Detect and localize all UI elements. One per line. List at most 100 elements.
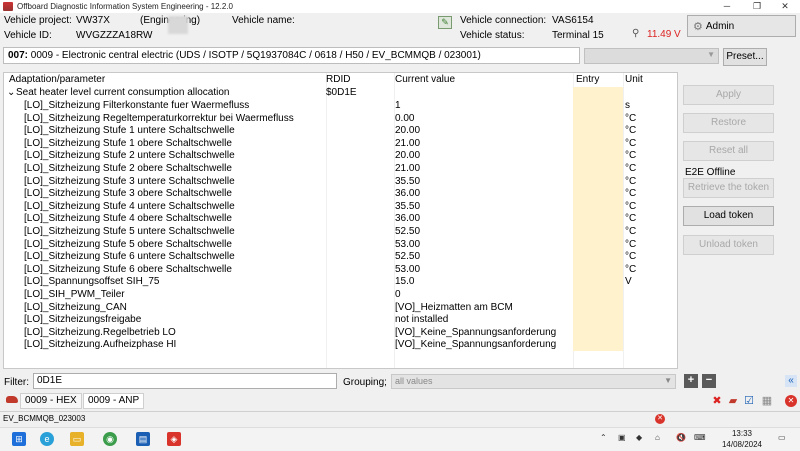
restore-button-side[interactable]: Restore: [683, 113, 774, 133]
status-bar: EV_BCMMQB_023003: [0, 411, 800, 426]
tab-hex[interactable]: 0009 - HEX: [20, 393, 82, 409]
current-value-cell: 21.00: [395, 137, 421, 149]
header-entry[interactable]: Entry: [576, 74, 599, 85]
app-icon: [3, 2, 13, 11]
current-value-cell: 15.0: [395, 276, 415, 288]
tab-anp[interactable]: 0009 - ANP: [83, 393, 145, 409]
apply-button[interactable]: Apply: [683, 85, 774, 105]
battery-voltage-icon: ⚲: [632, 28, 640, 39]
table-row[interactable]: [LO]_Sitzheizung_CAN [VO]_Heizmatten am B…: [4, 302, 677, 315]
tray-app-icon[interactable]: ◆: [636, 433, 642, 442]
current-value-cell: 20.00: [395, 150, 421, 162]
unit-cell: °C: [625, 112, 637, 124]
edit-vehicle-icon[interactable]: ✎: [438, 16, 452, 29]
collapse-panel-icon[interactable]: «: [785, 375, 797, 387]
current-value-cell: [VO]_Heizmatten am BCM: [395, 301, 513, 313]
group-row[interactable]: ⌄ Seat heater level current consumption …: [4, 87, 677, 100]
start-icon[interactable]: ⊞: [12, 432, 26, 446]
grouping-select[interactable]: all values ▼: [391, 374, 676, 389]
add-button[interactable]: +: [684, 374, 698, 388]
chevron-up-icon[interactable]: ⌃: [600, 433, 607, 442]
vehicle-status-value: Terminal 15: [552, 30, 604, 41]
connection-value: VAS6154: [552, 15, 594, 26]
odis-icon[interactable]: ▤: [136, 432, 150, 446]
chrome-icon[interactable]: ◉: [103, 432, 117, 446]
connection-label: Vehicle connection:: [460, 15, 547, 26]
current-value-cell: 21.00: [395, 163, 421, 174]
header-unit[interactable]: Unit: [625, 74, 643, 85]
edge-icon[interactable]: e: [40, 432, 54, 446]
error-icon[interactable]: ✕: [655, 414, 665, 424]
network-icon[interactable]: ⌂: [655, 433, 660, 442]
reset-all-button[interactable]: Reset all: [683, 141, 774, 161]
parameter-cell: [LO]_Spannungsoffset SIH_75: [24, 276, 160, 288]
table-row[interactable]: [LO]_Sitzheizung.Aufheizphase HI [VO]_Kei…: [4, 339, 677, 352]
title-bar: Offboard Diagnostic Information System E…: [0, 0, 800, 13]
table-row[interactable]: [LO]_Spannungsoffset SIH_75 15.0 V: [4, 276, 677, 289]
table-row[interactable]: [LO]_Sitzheizung Stufe 4 obere Schaltsch…: [4, 213, 677, 226]
parameter-cell: [LO]_Sitzheizung Stufe 1 obere Schaltsch…: [24, 137, 232, 149]
table-row[interactable]: [LO]_Sitzheizung.Regelbetrieb LO [VO]_Kei…: [4, 327, 677, 340]
admin-button[interactable]: ⚙ Admin: [687, 15, 796, 37]
current-value-cell: 0.00: [395, 112, 415, 124]
file-explorer-icon[interactable]: ▭: [70, 432, 84, 446]
parameter-cell: [LO]_Sitzheizung_CAN: [24, 301, 127, 313]
vehicle-header: Vehicle project: VW37X (Engineering) Veh…: [0, 13, 686, 46]
parameter-cell: [LO]_Sitzheizung.Aufheizphase HI: [24, 339, 177, 351]
volume-icon[interactable]: 🔇: [676, 433, 686, 442]
remote-app-icon[interactable]: ◈: [167, 432, 181, 446]
filter-input[interactable]: 0D1E: [33, 373, 337, 389]
unit-cell: °C: [625, 226, 637, 237]
table-row[interactable]: [LO]_Sitzheizung Stufe 6 untere Schaltsc…: [4, 251, 677, 264]
table-row[interactable]: [LO]_Sitzheizung Stufe 5 untere Schaltsc…: [4, 226, 677, 239]
collapse-chevron-icon[interactable]: ⌄: [7, 87, 15, 98]
table-row[interactable]: [LO]_Sitzheizung Stufe 2 untere Schaltsc…: [4, 150, 677, 163]
load-token-button[interactable]: Load token: [683, 206, 774, 226]
close-session-icon[interactable]: ✕: [785, 395, 797, 407]
vehicle-name-label: Vehicle name:: [232, 15, 295, 26]
cancel-icon[interactable]: ✖: [710, 394, 724, 408]
minimize-button[interactable]: ─: [712, 0, 742, 13]
current-value-cell: not installed: [395, 314, 449, 326]
table-row[interactable]: [LO]_Sitzheizung Stufe 2 obere Schaltsch…: [4, 163, 677, 176]
notification-icon[interactable]: ▭: [778, 433, 786, 442]
clock-date: 14/08/2024: [721, 440, 763, 449]
keyboard-icon[interactable]: ⌨: [694, 433, 706, 442]
header-current-value[interactable]: Current value: [395, 74, 455, 85]
table-row[interactable]: [LO]_Sitzheizung Stufe 3 obere Schaltsch…: [4, 188, 677, 201]
parameter-cell: [LO]_Sitzheizung Stufe 3 obere Schaltsch…: [24, 188, 232, 200]
table-row[interactable]: [LO]_Sitzheizung Stufe 3 untere Schaltsc…: [4, 176, 677, 189]
table-row[interactable]: [LO]_Sitzheizungsfreigabe not installed: [4, 314, 677, 327]
table-row[interactable]: [LO]_Sitzheizung Stufe 6 obere Schaltsch…: [4, 264, 677, 277]
parameter-cell: [LO]_Sitzheizung Stufe 2 untere Schaltsc…: [24, 150, 235, 162]
vehicle-project-value: VW37X: [76, 15, 110, 26]
close-button[interactable]: ✕: [770, 0, 800, 13]
preset-dropdown[interactable]: ▼: [584, 48, 719, 64]
header-parameter[interactable]: Adaptation/parameter: [9, 74, 105, 85]
unload-token-button[interactable]: Unload token: [683, 235, 774, 255]
car-icon-toolbar[interactable]: ▰: [726, 394, 740, 408]
gear-icon: ⚙: [693, 20, 703, 33]
tray-app-icon[interactable]: ▣: [618, 433, 626, 442]
retrieve-token-button[interactable]: Retrieve the token: [683, 178, 774, 198]
parameter-cell: [LO]_Sitzheizungsfreigabe: [24, 314, 142, 326]
table-row[interactable]: [LO]_Sitzheizung Stufe 1 obere Schaltsch…: [4, 138, 677, 151]
vehicle-id-label: Vehicle ID:: [4, 30, 52, 41]
current-value-cell: 52.50: [395, 226, 421, 237]
preset-button[interactable]: Preset...: [723, 48, 767, 66]
header-rdid[interactable]: RDID: [326, 74, 350, 85]
table-row[interactable]: [LO]_Sitzheizung Filterkonstante fuer Wa…: [4, 100, 677, 113]
table-row[interactable]: [LO]_Sitzheizung Regeltemperaturkorrektu…: [4, 113, 677, 126]
current-value-cell: 35.50: [395, 175, 421, 187]
table-row[interactable]: [LO]_SIH_PWM_Teiler 0: [4, 289, 677, 302]
remove-button[interactable]: −: [702, 374, 716, 388]
restore-button[interactable]: ❐: [742, 0, 772, 13]
current-value-cell: 53.00: [395, 238, 421, 250]
clock[interactable]: 13:33 14/08/2024: [720, 428, 764, 450]
grid-icon[interactable]: ▦: [760, 394, 774, 408]
current-value-cell: 20.00: [395, 125, 421, 137]
table-row[interactable]: [LO]_Sitzheizung Stufe 5 obere Schaltsch…: [4, 239, 677, 252]
table-row[interactable]: [LO]_Sitzheizung Stufe 1 untere Schaltsc…: [4, 125, 677, 138]
checklist-icon[interactable]: ☑: [742, 394, 756, 408]
table-row[interactable]: [LO]_Sitzheizung Stufe 4 untere Schaltsc…: [4, 201, 677, 214]
